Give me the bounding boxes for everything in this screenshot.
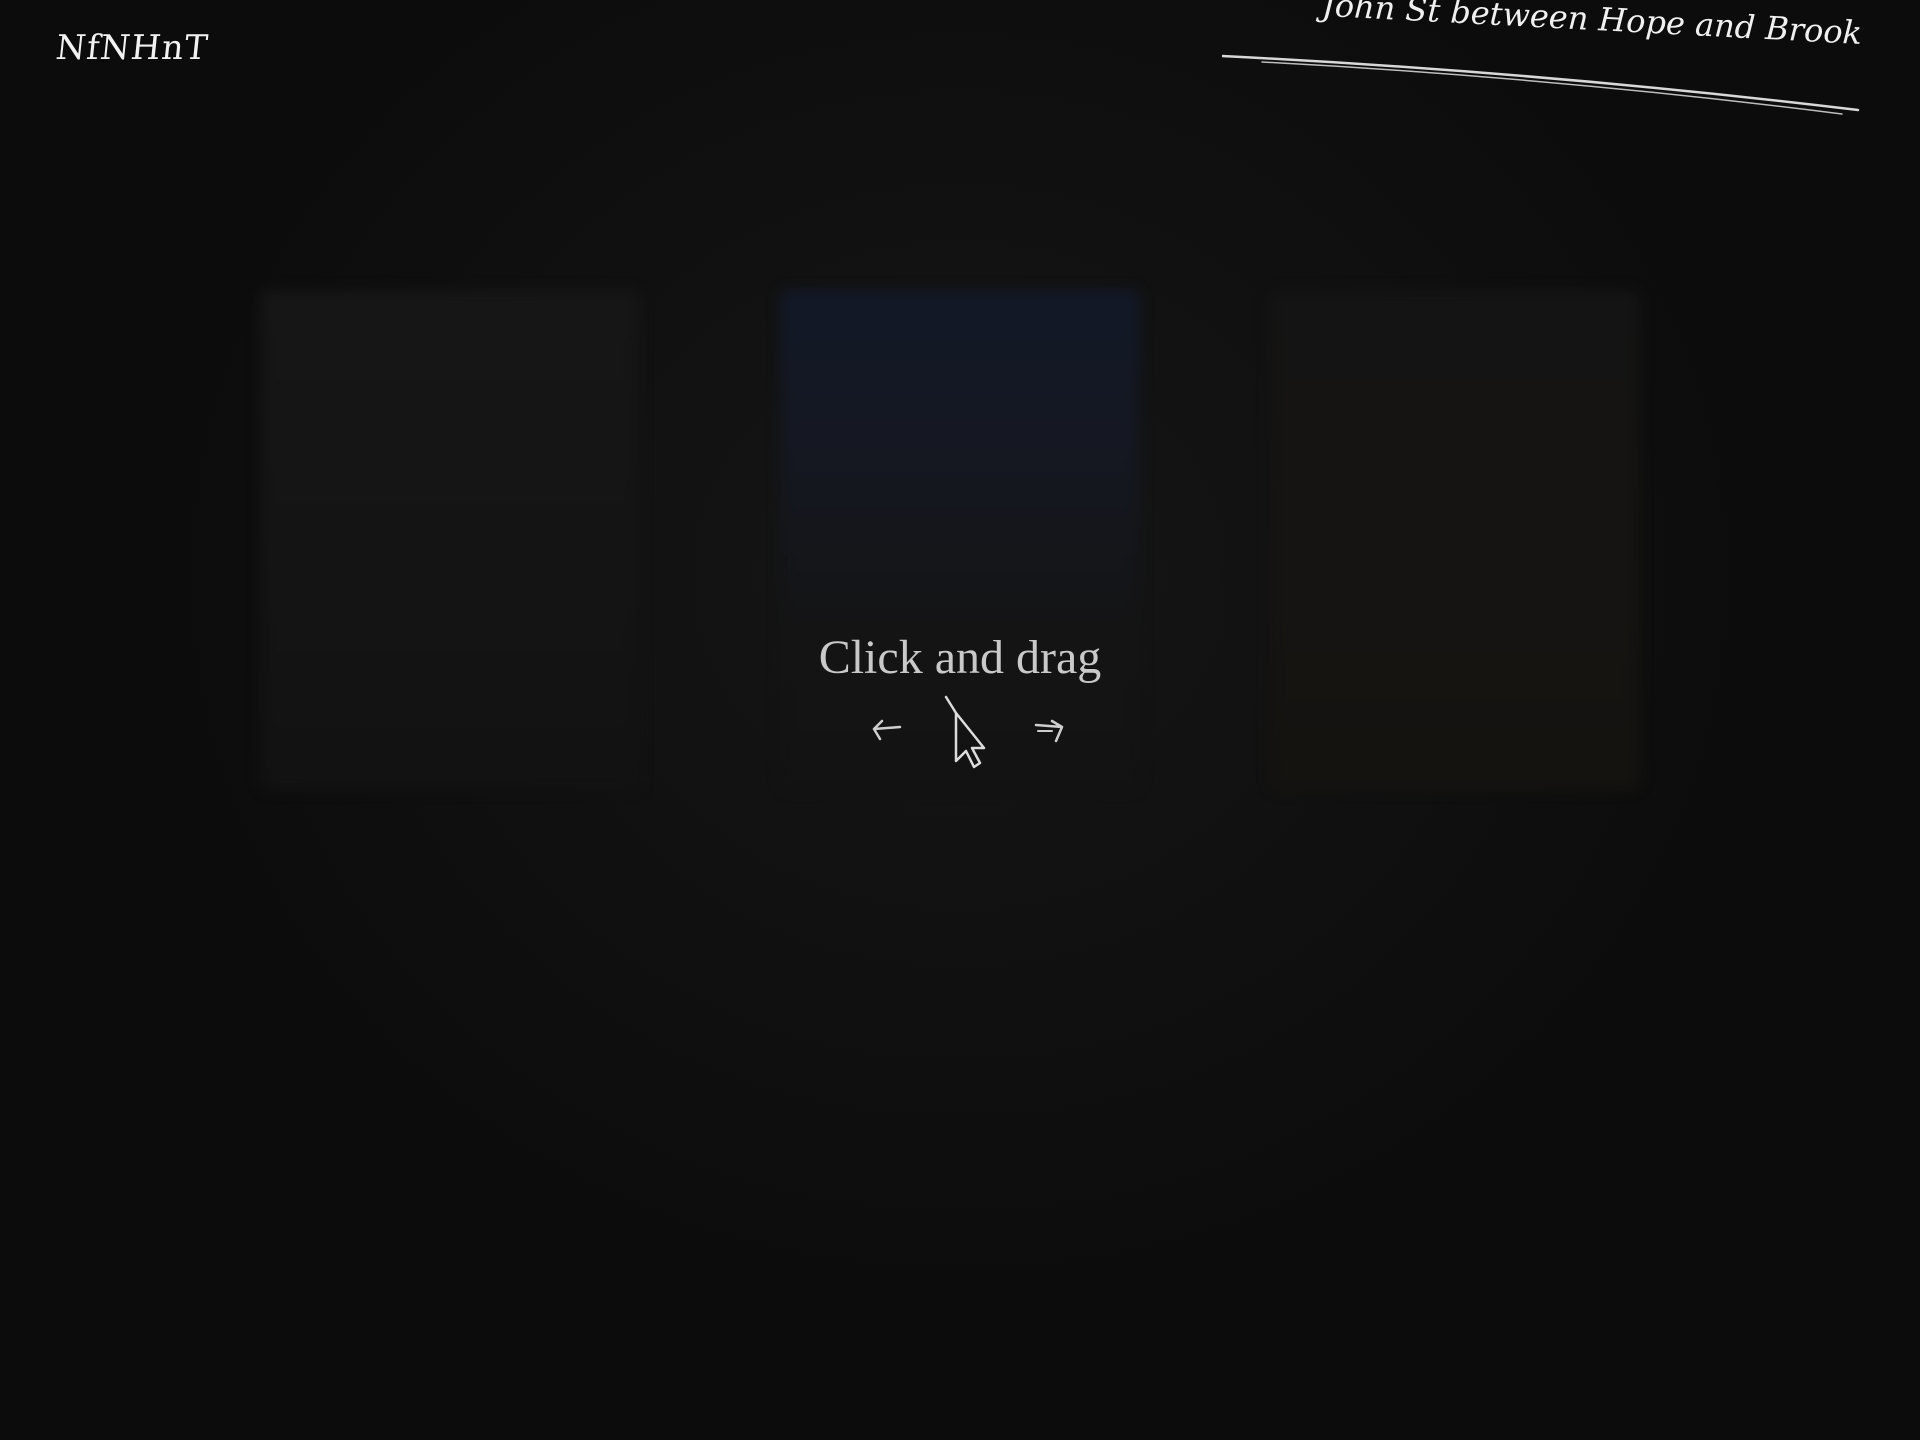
hint-text: Click and drag xyxy=(818,631,1102,684)
photo-panel-right[interactable] xyxy=(1270,290,1640,790)
underline-stroke xyxy=(1222,54,1860,115)
location-label: John St between Hope and Brook xyxy=(1222,0,1863,115)
arrow-left-icon xyxy=(872,719,902,741)
hint-icons xyxy=(840,693,1080,783)
photo-panel-left[interactable] xyxy=(260,290,640,790)
drag-hint: Click and drag xyxy=(760,630,1160,783)
cursor-icon xyxy=(944,695,986,769)
site-logo[interactable]: NfNHnT xyxy=(54,28,211,68)
arrow-right-icon xyxy=(1034,719,1064,743)
